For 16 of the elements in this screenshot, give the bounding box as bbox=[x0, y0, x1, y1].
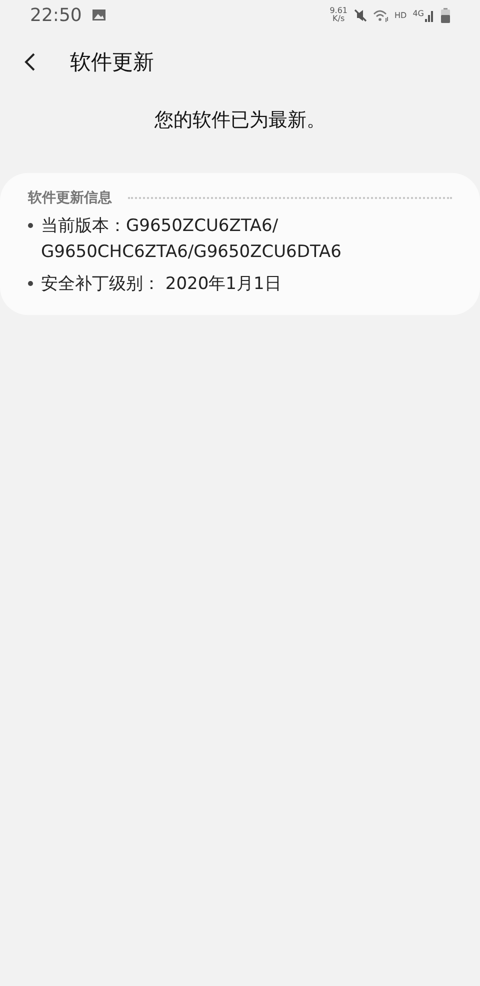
card-title: 软件更新信息 bbox=[28, 189, 112, 207]
status-time: 22:50 bbox=[30, 4, 82, 26]
info-text: 安全补丁级别： 2020年1月1日 bbox=[41, 273, 282, 296]
status-message: 您的软件已为最新。 bbox=[154, 108, 326, 133]
hd-label: HD bbox=[394, 10, 407, 20]
battery-icon bbox=[441, 8, 450, 22]
info-text: 当前版本：G9650ZCU6ZTA6/ G9650CHC6ZTA6/G9650ZCU6DTA6 bbox=[41, 215, 342, 264]
mute-icon bbox=[354, 8, 367, 22]
page-title: 软件更新 bbox=[70, 49, 154, 76]
network-speed: 9.61 K/s bbox=[330, 7, 348, 23]
signal-icon bbox=[425, 8, 435, 22]
bullet-icon bbox=[28, 281, 33, 286]
network-type: 4G bbox=[412, 8, 424, 18]
wifi-icon bbox=[372, 8, 389, 22]
bullet-icon bbox=[28, 223, 33, 228]
image-icon bbox=[92, 9, 106, 21]
